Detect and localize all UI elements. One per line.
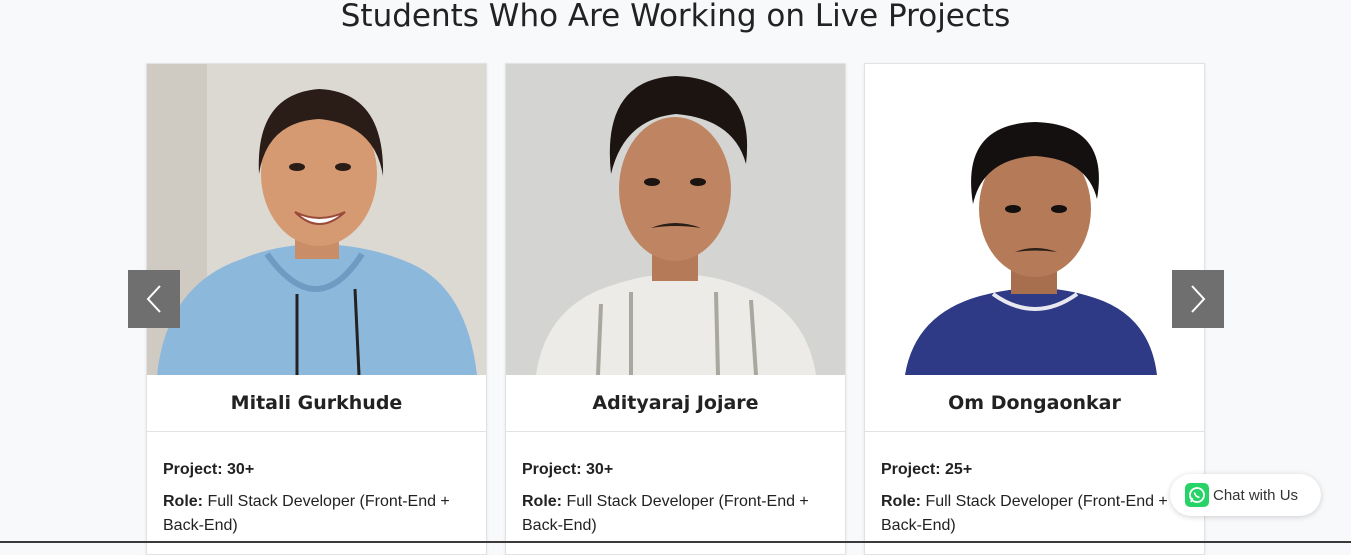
- project-label: Project:: [881, 461, 941, 478]
- student-name: Om Dongaonkar: [865, 375, 1204, 432]
- project-value: 25+: [945, 461, 973, 478]
- section-title: Students Who Are Working on Live Project…: [340, 0, 1011, 34]
- role-label: Role:: [522, 493, 562, 510]
- student-photo: [147, 64, 486, 375]
- role-line: Role: Full Stack Developer (Front-End + …: [881, 490, 1188, 538]
- student-details: Project: 25+ Role: Full Stack Developer …: [865, 432, 1204, 538]
- chevron-right-icon: [1191, 285, 1206, 313]
- student-name: Adityaraj Jojare: [506, 375, 845, 432]
- role-label: Role:: [881, 493, 921, 510]
- project-value: 30+: [586, 461, 614, 478]
- project-line: Project: 30+: [163, 458, 470, 482]
- role-value: Full Stack Developer (Front-End + Back-E…: [522, 493, 809, 534]
- carousel-next-button[interactable]: [1172, 270, 1224, 328]
- whatsapp-icon: [1185, 483, 1209, 507]
- student-card: Adityaraj Jojare Project: 30+ Role: Full…: [505, 63, 846, 555]
- project-line: Project: 25+: [881, 458, 1188, 482]
- student-details: Project: 30+ Role: Full Stack Developer …: [147, 432, 486, 538]
- project-label: Project:: [522, 461, 582, 478]
- role-line: Role: Full Stack Developer (Front-End + …: [522, 490, 829, 538]
- chat-with-us-button[interactable]: Chat with Us: [1170, 474, 1321, 516]
- student-photo: [865, 64, 1204, 375]
- role-line: Role: Full Stack Developer (Front-End + …: [163, 490, 470, 538]
- student-card: Mitali Gurkhude Project: 30+ Role: Full …: [146, 63, 487, 555]
- chevron-left-icon: [146, 285, 161, 313]
- carousel-prev-button[interactable]: [128, 270, 180, 328]
- role-value: Full Stack Developer (Front-End + Back-E…: [163, 493, 450, 534]
- chat-label: Chat with Us: [1213, 486, 1299, 504]
- student-name: Mitali Gurkhude: [147, 375, 486, 432]
- project-label: Project:: [163, 461, 223, 478]
- role-value: Full Stack Developer (Front-End + Back-E…: [881, 493, 1168, 534]
- student-card: Om Dongaonkar Project: 25+ Role: Full St…: [864, 63, 1205, 555]
- project-line: Project: 30+: [522, 458, 829, 482]
- project-value: 30+: [227, 461, 255, 478]
- role-label: Role:: [163, 493, 203, 510]
- student-details: Project: 30+ Role: Full Stack Developer …: [506, 432, 845, 538]
- student-photo: [506, 64, 845, 375]
